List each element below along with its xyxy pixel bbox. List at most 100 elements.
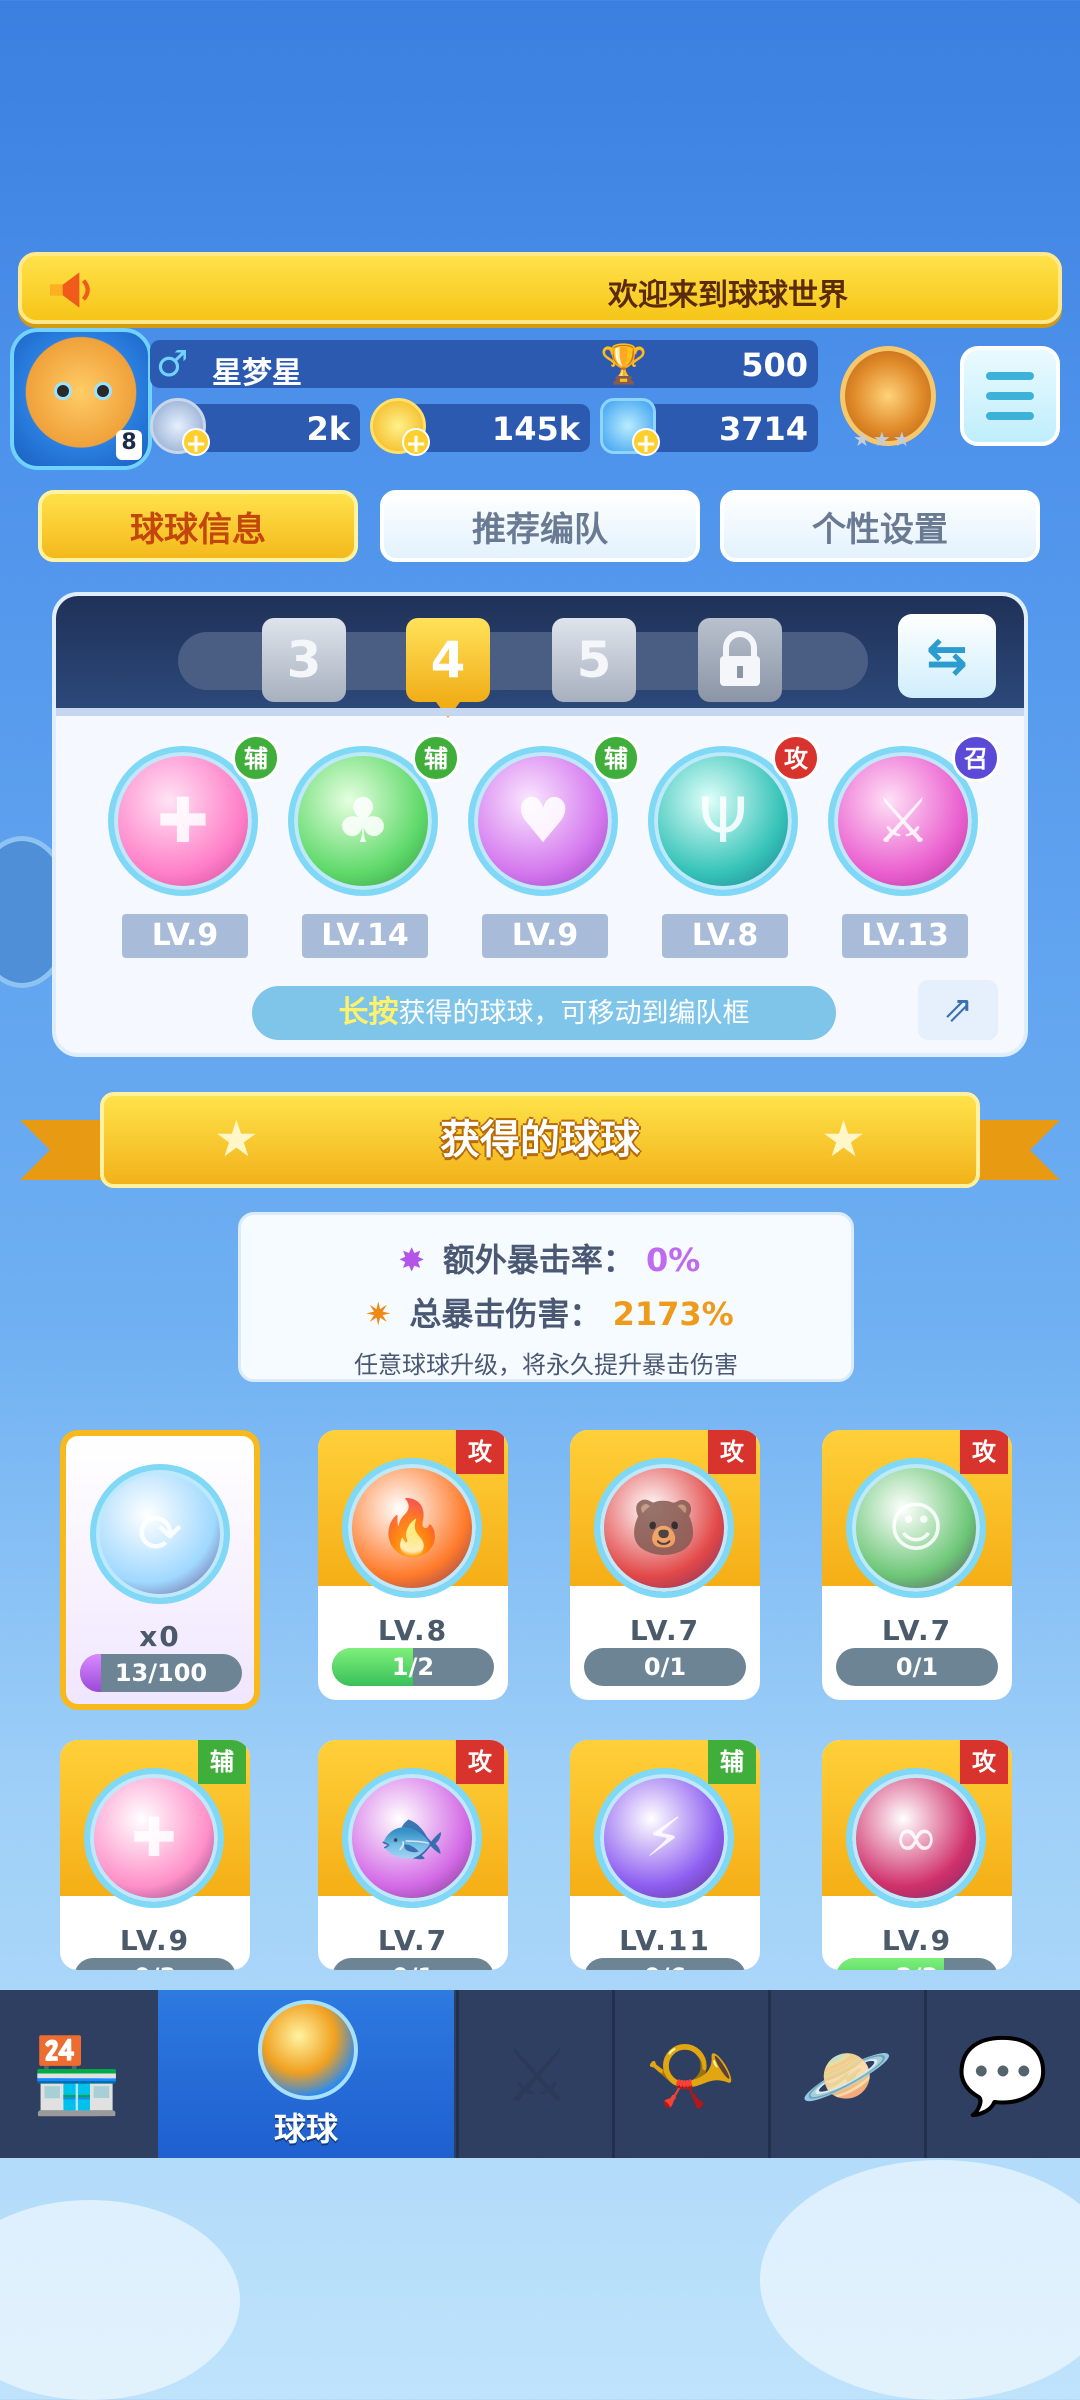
banner-text: 欢迎来到球球世界 [608, 278, 848, 313]
card-ball: 🐟 [342, 1768, 482, 1908]
crit-damage-row: ✷ 总暴击伤害： 2173% [241, 1289, 851, 1335]
ball-card[interactable]: 攻 ☺ LV.7 0/1 [822, 1430, 1012, 1700]
add-coin-icon[interactable]: + [402, 428, 430, 458]
star-icon: ★ [821, 1110, 866, 1168]
card-progress-bar: 0/6 [584, 1958, 746, 1970]
card-count: x0 [139, 1620, 181, 1653]
team-slot-5[interactable]: 5 [552, 618, 636, 702]
planet-icon: 🪐 [800, 2033, 894, 2119]
gift-icon: ✚ [131, 1806, 177, 1869]
crit-rate-row: ✸ 额外暴击率： 0% [241, 1235, 851, 1281]
team-ball-5-level: LV.13 [842, 914, 968, 958]
tab-personal-settings[interactable]: 个性设置 [720, 490, 1040, 562]
fish-icon: 🐟 [378, 1806, 446, 1869]
rank-badge-icon[interactable]: ★★★ [840, 346, 936, 451]
nav-separator [456, 1990, 459, 2158]
hint-highlight: 长按 [338, 995, 399, 1030]
team-panel: 3 4 5 ⇆ ✚ 辅 LV.9 ♣ 辅 LV.14 ♥ 辅 LV.9 Ψ 攻 … [52, 592, 1028, 1057]
card-level: LV.7 [629, 1614, 701, 1647]
tab-ball-info[interactable]: 球球信息 [38, 490, 358, 562]
ball-card[interactable]: 攻🐟LV.70/1 [318, 1740, 508, 1970]
card-progress-text: 0/6 [584, 1958, 746, 1970]
team-ball-3-role: 辅 [592, 734, 640, 782]
energy-counter[interactable]: + 2k [150, 398, 360, 458]
section-ribbon: ★ 获得的球球 ★ [100, 1092, 980, 1188]
card-ball: ⟳ [90, 1464, 230, 1604]
nav-balls-label: 球球 [273, 2110, 338, 2148]
trident-icon: Ψ [698, 784, 748, 857]
tab-recommended-team[interactable]: 推荐编队 [380, 490, 700, 562]
man-icon: ☺ [887, 1496, 945, 1559]
nav-whistle[interactable]: 📯 [614, 1990, 768, 2158]
card-ball: ☺ [846, 1458, 986, 1598]
special-ball-card[interactable]: ⟳ x0 13/100 [60, 1430, 260, 1710]
menu-line [986, 412, 1034, 420]
ball-card[interactable]: 攻∞LV.92/3 [822, 1740, 1012, 1970]
ball-card[interactable]: 辅⚡LV.110/6 [570, 1740, 760, 1970]
bear-icon: 🐻 [630, 1496, 698, 1559]
header-stripe [56, 708, 1024, 716]
player-avatar[interactable]: 8 [10, 328, 152, 470]
announcement-banner[interactable]: 欢迎来到球球世界 [18, 252, 1062, 324]
card-progress-text: 13/100 [114, 1659, 208, 1687]
crit-note: 任意球球升级，将永久提升暴击伤害 [354, 1351, 738, 1379]
team-header: 3 4 5 ⇆ [56, 596, 1024, 718]
card-progress-text: 0/1 [332, 1958, 494, 1970]
coin-value: 145k [491, 410, 580, 448]
nav-shop[interactable]: 🏪 [0, 1990, 154, 2158]
card-level: LV.9 [881, 1924, 953, 1957]
diamond-value: 3714 [718, 410, 808, 448]
balls-icon [258, 2000, 358, 2100]
team-ball-1-role: 辅 [232, 734, 280, 782]
team-slot-3[interactable]: 3 [262, 618, 346, 702]
crit-rate-value: 0% [645, 1241, 701, 1279]
diamond-counter[interactable]: + 3714 [600, 398, 818, 458]
lock-icon [720, 631, 760, 686]
menu-line [986, 372, 1034, 380]
fire-icon: 🔥 [378, 1496, 446, 1559]
add-energy-icon[interactable]: + [182, 428, 210, 458]
infinity-icon: ∞ [893, 1806, 939, 1869]
avatar-eye-right [94, 382, 112, 400]
coin-counter[interactable]: + 145k [370, 398, 590, 458]
card-ball: ✚ [84, 1768, 224, 1908]
megaphone-icon [50, 272, 90, 308]
card-progress-bar: 0/1 [332, 1958, 494, 1970]
card-progress-text: 0/1 [643, 1653, 687, 1681]
swap-team-button[interactable]: ⇆ [898, 614, 996, 698]
energy-value: 2k [306, 410, 350, 448]
ball-card[interactable]: 攻 🔥 LV.8 1/2 [318, 1430, 508, 1700]
share-button[interactable]: ⇗ [918, 980, 998, 1040]
nav-planet[interactable]: 🪐 [770, 1990, 924, 2158]
card-progress-bar: 0/1 [584, 1648, 746, 1686]
card-progress-text: 2/3 [836, 1958, 998, 1970]
nav-balls[interactable]: 球球 [158, 1990, 454, 2158]
people-icon: ♥ [515, 784, 571, 857]
card-progress-bar: 0/3 [74, 1958, 236, 1970]
team-slot-4-label: 4 [430, 631, 466, 689]
card-ball: ⚡ [594, 1768, 734, 1908]
nav-battle[interactable]: ⚔ [460, 1990, 614, 2158]
card-progress-bar: 2/3 [836, 1958, 998, 1970]
player-level: 8 [116, 430, 142, 460]
card-level: LV.8 [377, 1614, 449, 1647]
nav-chat[interactable]: 💬 [926, 1990, 1080, 2158]
team-slot-locked[interactable] [698, 618, 782, 702]
drag-hint: 长按获得的球球，可移动到编队框 [252, 986, 836, 1040]
add-diamond-icon[interactable]: + [632, 428, 660, 458]
card-level: LV.7 [881, 1614, 953, 1647]
team-ball-5-role: 召 [952, 734, 1000, 782]
battle-icon: ⚔ [503, 2033, 571, 2119]
menu-line [986, 392, 1034, 400]
chat-icon: 💬 [956, 2033, 1050, 2119]
card-progress-text: 0/1 [895, 1653, 939, 1681]
team-ball-3-level: LV.9 [482, 914, 608, 958]
ball-card[interactable]: 攻 🐻 LV.7 0/1 [570, 1430, 760, 1700]
team-slot-4[interactable]: 4 [406, 618, 490, 718]
avatar-eye-left [54, 382, 72, 400]
card-level: LV.7 [377, 1924, 449, 1957]
crit-damage-value: 2173% [612, 1295, 734, 1333]
ball-card[interactable]: 辅✚LV.90/3 [60, 1740, 250, 1970]
menu-button[interactable] [960, 346, 1060, 446]
card-ball: 🔥 [342, 1458, 482, 1598]
